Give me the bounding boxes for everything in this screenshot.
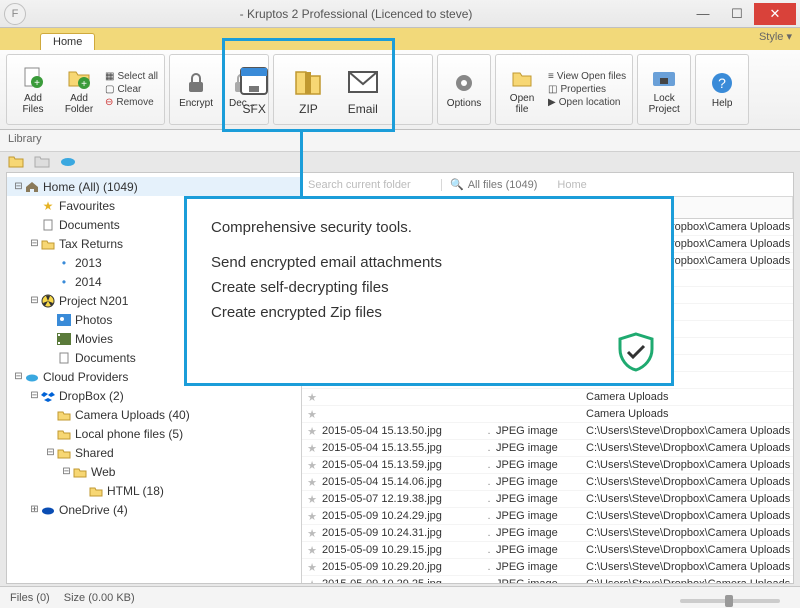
app-logo[interactable]: F: [4, 3, 26, 25]
titlebar: F - Kruptos 2 Professional (Licenced to …: [0, 0, 800, 28]
table-row[interactable]: ★2015-05-09 10.29.20.jpg.JPEG imageC:\Us…: [302, 559, 793, 576]
window-title: - Kruptos 2 Professional (Licenced to st…: [26, 7, 686, 21]
remove-icon: ⊖: [105, 97, 113, 108]
encrypt-button[interactable]: Encrypt: [176, 70, 216, 109]
cloud-icon[interactable]: [60, 154, 76, 168]
library-panel-header: Library: [0, 130, 800, 152]
properties-icon: ◫: [548, 84, 557, 95]
table-row[interactable]: ★2015-05-04 15.13.55.jpg.JPEG imageC:\Us…: [302, 440, 793, 457]
table-row[interactable]: ★2015-05-04 15.14.06.jpg.JPEG imageC:\Us…: [302, 474, 793, 491]
open-location-icon: ▶: [548, 97, 556, 108]
tab-home[interactable]: Home: [40, 33, 95, 50]
lock-icon: [183, 70, 209, 96]
tree-item[interactable]: HTML (18): [7, 481, 301, 500]
callout-heading: Comprehensive security tools.: [211, 219, 647, 236]
tree-item[interactable]: Local phone files (5): [7, 424, 301, 443]
status-bar: Files (0) Size (0.00 KB): [0, 586, 800, 608]
help-icon: ?: [709, 70, 735, 96]
file-plus-icon: +: [20, 65, 46, 91]
view-open-files-button[interactable]: ≡View Open files: [548, 71, 626, 82]
table-row[interactable]: ★2015-05-09 10.24.31.jpg.JPEG imageC:\Us…: [302, 525, 793, 542]
minimize-button[interactable]: —: [686, 3, 720, 25]
help-button[interactable]: ?Help: [702, 70, 742, 109]
callout-line: Create encrypted Zip files: [211, 304, 647, 321]
maximize-button[interactable]: ☐: [720, 3, 754, 25]
tree-item[interactable]: ⊟Web: [7, 462, 301, 481]
lock-project-icon: [651, 65, 677, 91]
tree-item[interactable]: ⊞OneDrive (4): [7, 500, 301, 519]
select-all-button[interactable]: ▦Select all: [105, 71, 158, 82]
table-row[interactable]: ★2015-05-09 10.29.15.jpg.JPEG imageC:\Us…: [302, 542, 793, 559]
open-location-button[interactable]: ▶Open location: [548, 97, 626, 108]
folder-plus-icon: +: [66, 65, 92, 91]
search-icon: 🔍: [450, 178, 464, 191]
remove-button[interactable]: ⊖Remove: [105, 97, 158, 108]
list-icon: ≡: [548, 71, 554, 82]
table-row[interactable]: ★Camera Uploads: [302, 406, 793, 423]
status-files: Files (0): [10, 592, 50, 604]
breadcrumb: Home: [545, 179, 793, 191]
callout-line: Create self-decrypting files: [211, 279, 647, 296]
zip-icon: [291, 64, 325, 98]
select-all-icon: ▦: [105, 71, 114, 82]
svg-text:+: +: [34, 78, 40, 89]
shield-check-icon: [615, 331, 657, 373]
close-button[interactable]: ✕: [754, 3, 796, 25]
search-input[interactable]: Search current folder: [302, 179, 442, 191]
email-button[interactable]: Email: [346, 64, 380, 116]
table-row[interactable]: ★2015-05-04 15.13.50.jpg.JPEG imageC:\Us…: [302, 423, 793, 440]
tree-item[interactable]: ⊟Shared: [7, 443, 301, 462]
new-folder-icon[interactable]: [8, 154, 24, 168]
highlighted-buttons: SFX ZIP Email: [227, 50, 390, 130]
library-toolbar: [8, 154, 76, 168]
properties-button[interactable]: ◫Properties: [548, 84, 626, 95]
options-button[interactable]: Options: [444, 70, 484, 109]
table-row[interactable]: ★2015-05-09 10.24.29.jpg.JPEG imageC:\Us…: [302, 508, 793, 525]
email-icon: [346, 64, 380, 98]
sfx-icon: [237, 64, 271, 98]
table-row[interactable]: ★2015-05-09 10.29.25.jpg.JPEG imageC:\Us…: [302, 576, 793, 583]
clear-icon: ▢: [105, 84, 114, 95]
sfx-button[interactable]: SFX: [237, 64, 271, 116]
svg-text:?: ?: [718, 75, 726, 91]
gear-icon: [451, 70, 477, 96]
ribbon: +Add Files +Add Folder ▦Select all ▢Clea…: [0, 50, 800, 130]
tree-item[interactable]: ⊟DropBox (2): [7, 386, 301, 405]
lock-project-button[interactable]: Lock Project: [644, 65, 684, 115]
tree-item[interactable]: Camera Uploads (40): [7, 405, 301, 424]
open-file-button[interactable]: Open file: [502, 65, 542, 115]
zoom-slider[interactable]: [680, 599, 780, 603]
table-row[interactable]: ★2015-05-07 12.19.38.jpg.JPEG imageC:\Us…: [302, 491, 793, 508]
clear-button[interactable]: ▢Clear: [105, 84, 158, 95]
folder-icon[interactable]: [34, 154, 50, 168]
callout-line: Send encrypted email attachments: [211, 254, 647, 271]
tree-item[interactable]: ⊟Home (All) (1049): [7, 177, 301, 196]
tabs-row: Home Style ▾: [0, 28, 800, 50]
table-row[interactable]: ★2015-05-04 15.13.59.jpg.JPEG imageC:\Us…: [302, 457, 793, 474]
add-folder-button[interactable]: +Add Folder: [59, 65, 99, 115]
all-files-filter[interactable]: 🔍All files (1049): [442, 178, 545, 191]
add-files-button[interactable]: +Add Files: [13, 65, 53, 115]
status-size: Size (0.00 KB): [64, 592, 135, 604]
open-file-icon: [509, 65, 535, 91]
table-row[interactable]: ★Camera Uploads: [302, 389, 793, 406]
zip-button[interactable]: ZIP: [291, 64, 325, 116]
callout-connector: [300, 129, 303, 199]
svg-text:+: +: [81, 79, 87, 90]
callout-box: Comprehensive security tools. Send encry…: [184, 196, 674, 386]
style-dropdown[interactable]: Style ▾: [759, 30, 792, 43]
